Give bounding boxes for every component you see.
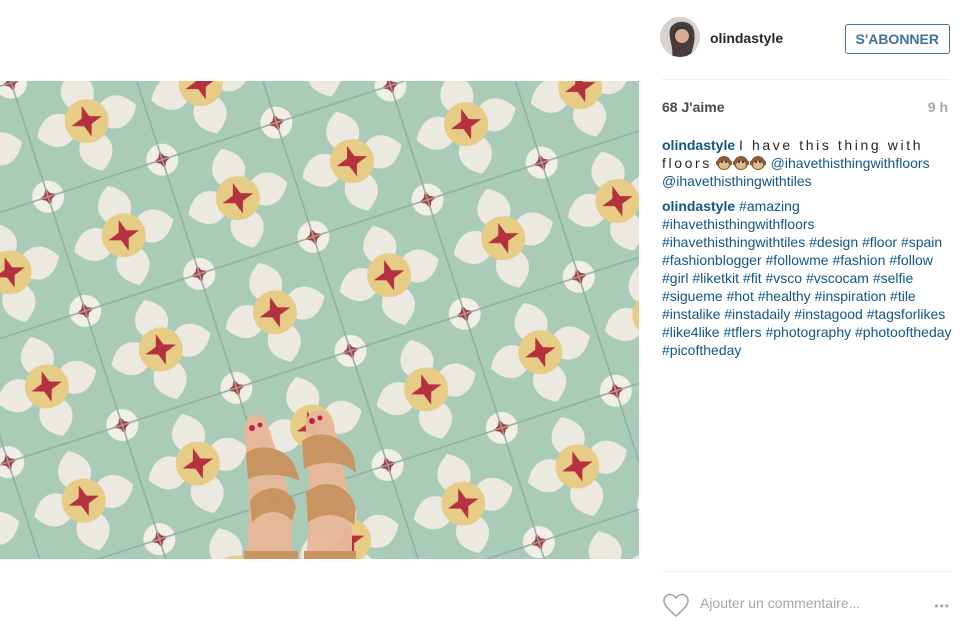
post-header: olindastyle S'ABONNER — [660, 17, 950, 61]
monkey-face-emoji-icon — [715, 156, 732, 170]
hashtags-comment: olindastyle #amazing #ihavethisthingwith… — [662, 197, 952, 359]
post-sidebar: olindastyle S'ABONNER 68 J'aime 9 h olin… — [640, 0, 974, 640]
avatar[interactable] — [660, 17, 700, 57]
heart-outline-icon[interactable] — [662, 592, 690, 618]
follow-button[interactable]: S'ABONNER — [844, 24, 950, 54]
comments-list: olindastyle I have this thing with floor… — [662, 136, 952, 366]
username-link[interactable]: olindastyle — [710, 30, 783, 46]
comment-author-link[interactable]: olindastyle — [662, 137, 735, 153]
monkey-face-emoji-icon — [732, 156, 749, 170]
monkey-face-emoji-icon — [749, 156, 766, 170]
avatar-image — [660, 17, 700, 57]
post-footer: ••• — [662, 590, 950, 620]
divider — [662, 571, 950, 572]
add-comment-input[interactable] — [700, 595, 920, 611]
divider — [662, 79, 950, 80]
likes-count[interactable]: 68 J'aime — [662, 99, 725, 115]
hashtags-text[interactable]: #amazing #ihavethisthingwithfloors #ihav… — [662, 198, 952, 358]
tile-floor-image — [0, 81, 639, 559]
post-photo[interactable] — [0, 81, 639, 559]
mention-link[interactable]: @ihavethisthingwithfloors — [771, 155, 930, 171]
emoji-group — [715, 155, 771, 171]
post-time[interactable]: 9 h — [928, 99, 948, 115]
caption-comment: olindastyle I have this thing with floor… — [662, 136, 952, 190]
photo-area — [0, 0, 639, 640]
mention-link[interactable]: @ihavethisthingwithtiles — [662, 173, 812, 189]
comment-author-link[interactable]: olindastyle — [662, 198, 735, 214]
more-options-icon[interactable]: ••• — [934, 599, 950, 613]
